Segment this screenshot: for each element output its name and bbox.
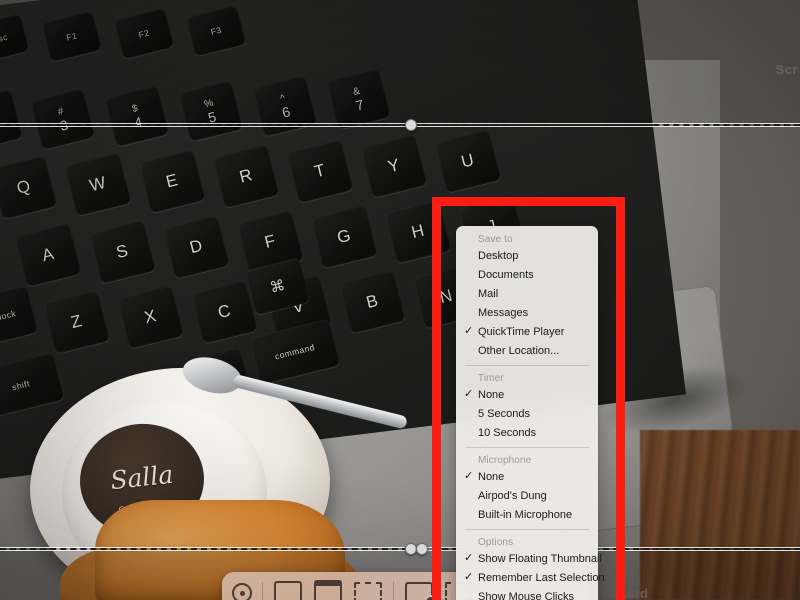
key-caps-lock: caps lock — [0, 285, 39, 351]
toolbar-divider-2 — [393, 582, 394, 600]
menu-item-quicktime-player[interactable]: ✓ QuickTime Player — [456, 323, 598, 342]
menu-divider — [465, 365, 589, 366]
selection-handle-bottom-right[interactable] — [416, 543, 428, 555]
menu-divider — [465, 529, 589, 530]
menu-item-airpod-s-dung[interactable]: Airpod's Dung — [456, 487, 598, 506]
menu-section-title: Save to — [478, 234, 513, 245]
menu-section-title: Timer — [478, 373, 504, 384]
logo-script-text: Salla — [108, 459, 175, 495]
screen-icon — [274, 580, 302, 600]
key-z: Z — [43, 290, 111, 355]
key-a: A — [14, 223, 82, 288]
key-g: G — [310, 204, 378, 269]
key-s: S — [88, 219, 156, 284]
selection-edge-top[interactable] — [0, 124, 800, 126]
menu-item-label: Built-in Microphone — [478, 509, 573, 521]
menu-item-show-mouse-clicks[interactable]: Show Mouse Clicks — [456, 588, 598, 600]
menu-item-label: Documents — [478, 269, 534, 281]
menu-item-none[interactable]: ✓ None — [456, 386, 598, 405]
menu-item-documents[interactable]: Documents — [456, 266, 598, 285]
selection-dim-top — [0, 0, 800, 124]
menu-item-label: Show Mouse Clicks — [478, 591, 574, 600]
menu-item-label: Desktop — [478, 250, 519, 262]
close-icon[interactable] — [232, 583, 252, 600]
key-d: D — [162, 214, 230, 279]
key-r: R — [212, 144, 280, 209]
menu-item-label: None — [478, 389, 505, 401]
menu-item-label: Other Location... — [478, 345, 560, 357]
checkmark-icon: ✓ — [464, 325, 474, 337]
key-shift: shift — [0, 352, 65, 419]
key-q: Q — [0, 155, 58, 220]
menu-item-label: 5 Seconds — [478, 408, 530, 420]
menu-item-messages[interactable]: Messages — [456, 304, 598, 323]
record-screen-icon — [405, 582, 436, 600]
window-icon — [314, 580, 342, 600]
selection-handle-top-center[interactable] — [405, 119, 417, 131]
checkmark-icon: ✓ — [464, 388, 474, 400]
capture-selected-portion-button[interactable] — [353, 581, 383, 600]
menu-item-built-in-microphone[interactable]: Built-in Microphone — [456, 506, 598, 525]
key-h: H — [384, 199, 452, 264]
menu-section-title: Microphone — [478, 455, 532, 466]
menu-item-label: None — [478, 471, 505, 483]
menu-item-label: QuickTime Player — [478, 326, 565, 338]
options-dropdown-menu[interactable]: Save to Desktop Documents Mail Messages ✓ Quic… — [456, 226, 605, 600]
menu-item-label: Remember Last Selection — [478, 572, 605, 584]
key-t: T — [286, 139, 354, 204]
key-e: E — [138, 149, 206, 214]
menu-item-10-seconds[interactable]: 10 Seconds — [456, 424, 598, 443]
menu-item-none[interactable]: ✓ None — [456, 468, 598, 487]
record-button-label: Record — [603, 585, 648, 600]
selection-edge-bottom[interactable] — [0, 548, 800, 550]
menu-item-mail[interactable]: Mail — [456, 285, 598, 304]
capture-selected-window-button[interactable] — [313, 580, 343, 600]
menu-item-label: Airpod's Dung — [478, 490, 547, 502]
menu-item-other-location[interactable]: Other Location... — [456, 342, 598, 361]
key-u: U — [434, 129, 502, 194]
checkmark-icon: ✓ — [464, 470, 474, 482]
key-y: Y — [360, 134, 428, 199]
menu-item-label: 10 Seconds — [478, 427, 537, 439]
menu-item-label: Mail — [478, 288, 499, 300]
menu-item-remember-last-selection[interactable]: ✓ Remember Last Selection — [456, 569, 605, 588]
menu-item-5-seconds[interactable]: 5 Seconds — [456, 405, 598, 424]
menu-item-desktop[interactable]: Desktop — [456, 247, 598, 266]
checkmark-icon: ✓ — [464, 552, 474, 564]
key-c: C — [191, 279, 258, 345]
key-w: W — [64, 152, 132, 217]
menu-section-title: Options — [478, 537, 514, 548]
record-entire-screen-button[interactable] — [404, 581, 436, 600]
checkmark-icon: ✓ — [464, 571, 474, 583]
menu-item-show-floating-thumbnail[interactable]: ✓ Show Floating Thumbnail — [456, 550, 602, 569]
selection-dashed-icon — [354, 582, 382, 600]
capture-entire-screen-button[interactable] — [273, 580, 303, 600]
key-b: B — [338, 269, 406, 334]
key-x: X — [117, 285, 184, 350]
menu-item-label: Messages — [478, 307, 529, 319]
toolbar-divider-1 — [262, 582, 263, 600]
menu-divider — [465, 447, 589, 448]
screenshot-canvas: esc F1 F2 F3 @2 #3 $4 %5 ^6 &7 Q W E R T… — [0, 0, 800, 600]
menu-item-label: Show Floating Thumbnail — [478, 553, 602, 565]
